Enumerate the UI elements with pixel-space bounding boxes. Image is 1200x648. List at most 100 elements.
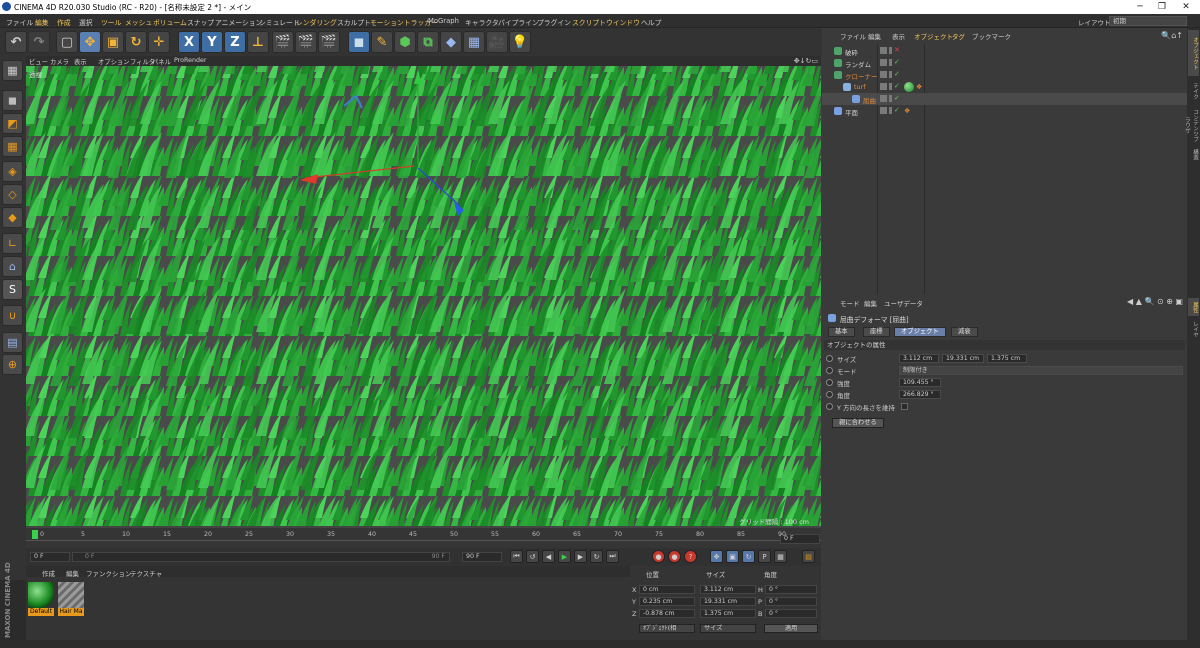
side-tab-lower-0[interactable]: 属性 [1188,298,1199,316]
animate-radio[interactable] [826,379,833,386]
viewport-menu-6[interactable]: ProRender [174,57,206,64]
material-menu-3[interactable]: テクスチャ [130,568,162,578]
animate-radio[interactable] [826,403,833,410]
next-frame-icon[interactable]: ▶ [574,550,587,563]
hair-tag-icon[interactable]: ❖ [916,83,922,91]
material-menu-1[interactable]: 編集 [66,568,79,578]
record-icon[interactable]: ● [652,550,665,563]
render-visibility-icon[interactable] [889,71,892,78]
viewport-menu-2[interactable]: 表示 [74,57,87,66]
enabled-check-icon[interactable]: ✓ [894,94,900,102]
live-selection-icon[interactable]: ✛ [148,31,170,53]
strength-field[interactable]: 109.455 ° [899,378,941,387]
visibility-icon[interactable] [880,71,887,78]
move-tool-icon[interactable]: ✥ [79,31,101,53]
pen-icon[interactable]: ✎ [371,31,393,53]
menu-10[interactable]: レンダリング [296,17,337,27]
render-settings-icon[interactable]: 🎬 [318,31,340,53]
visibility-icon[interactable] [880,95,887,102]
light-icon[interactable]: 💡 [509,31,531,53]
layout-select[interactable]: 初期 [1109,16,1187,26]
object-manager-toolbar-icons[interactable]: 🔍⌂↑ [1161,31,1183,40]
object-row[interactable]: turf ✓ ❖ [822,81,1187,93]
bend-size-x-field[interactable]: 3.112 cm [899,354,939,363]
mode-select[interactable]: 制限付き [899,366,1183,375]
rotation-p-field[interactable]: 0 ° [765,597,817,606]
snap-icon[interactable]: S [2,279,23,300]
animate-radio[interactable] [826,367,833,374]
deformer-icon[interactable]: ◆ [440,31,462,53]
z-axis-lock-icon[interactable]: Z [224,31,246,53]
viewport-menu-1[interactable]: カメラ [50,57,69,66]
tag-icon[interactable]: ❖ [904,107,910,115]
object-name[interactable]: 平面 [845,107,858,117]
viewport-menu-0[interactable]: ビュー [29,57,48,66]
render-visibility-icon[interactable] [889,59,892,66]
make-editable-icon[interactable]: ▦ [2,60,23,81]
go-to-start-icon[interactable]: ⏮ [510,550,523,563]
material-menu-0[interactable]: 作成 [42,568,55,578]
render-view-icon[interactable]: 🎬 [272,31,294,53]
menu-19[interactable]: ヘルプ [641,17,661,27]
model-mode-icon[interactable]: ◼ [2,90,23,111]
menu-4[interactable]: ツール [101,17,121,27]
side-tab-lower-1[interactable]: レイヤ [1188,320,1199,338]
enabled-check-icon[interactable]: ✓ [894,82,900,90]
render-visibility-icon[interactable] [889,47,892,54]
menu-13[interactable]: MoGraph [428,17,459,25]
workplane-icon[interactable]: ▤ [2,332,23,353]
render-picture-viewer-icon[interactable]: 🎬 [295,31,317,53]
subdivision-surface-icon[interactable]: ⬢ [394,31,416,53]
object-row[interactable]: 平面 ✓ ❖ [822,105,1187,117]
timeline-window-icon[interactable]: ▤ [802,550,815,563]
side-tab-2[interactable]: コンテンツブラウザ [1184,106,1199,144]
redo-icon[interactable]: ↷ [28,31,50,53]
menu-16[interactable]: プラグイン [537,17,571,27]
menu-8[interactable]: アニメーション [215,17,262,27]
rotation-b-field[interactable]: 0 ° [765,609,817,618]
undo-icon[interactable]: ↶ [5,31,27,53]
menu-0[interactable]: ファイル [6,17,33,27]
side-tab-3[interactable]: 構造 [1188,146,1199,162]
timeline-ruler[interactable]: 0 F 0 5 10 15 20 25 30 35 40 45 50 55 60 65 70 75 80 85 90 [26,528,821,548]
object-row[interactable]: 屈曲 ✓ [822,93,1187,105]
visibility-icon[interactable] [880,47,887,54]
polygon-mode-icon[interactable]: ◆ [2,207,23,228]
rotation-h-field[interactable]: 0 ° [765,585,817,594]
menu-3[interactable]: 選択 [79,17,93,27]
material-tag-icon[interactable] [904,82,914,92]
play-icon[interactable]: ▶ [558,550,571,563]
frame-range-slider[interactable]: 0 F 90 F [72,552,450,562]
magnet-icon[interactable]: ∪ [2,305,23,326]
bend-size-y-field[interactable]: 19.331 cm [942,354,984,363]
angle-field[interactable]: 266.829 ° [899,390,941,399]
position-x-field[interactable]: 0 cm [639,585,695,594]
workplane-mode-icon[interactable]: ▦ [2,136,23,157]
attribute-toolbar-icons[interactable]: ◀ ▲ 🔍 ⊙ ⊕ ▣ [1127,297,1183,306]
position-y-field[interactable]: 0.235 cm [639,597,695,606]
previous-key-icon[interactable]: ↺ [526,550,539,563]
key-rotation-icon[interactable]: ↻ [742,550,755,563]
menu-7[interactable]: スナップ [187,17,214,27]
texture-mode-icon[interactable]: ◩ [2,113,23,134]
menu-11[interactable]: スカルプト [337,17,371,27]
object-name[interactable]: 破砕 [845,47,858,57]
edge-mode-icon[interactable]: ◇ [2,184,23,205]
autokey-icon[interactable]: ● [668,550,681,563]
array-icon[interactable]: ⧉ [417,31,439,53]
menu-18[interactable]: ウインドウ [606,17,640,27]
keep-y-checkbox[interactable] [901,403,908,410]
render-visibility-icon[interactable] [889,83,892,90]
animate-radio[interactable] [826,391,833,398]
close-button[interactable]: ✕ [1176,1,1196,13]
side-tab-0[interactable]: オブジェクト [1188,30,1199,76]
material-menu-2[interactable]: ファンクション [86,568,132,578]
menu-2[interactable]: 作成 [57,17,71,27]
key-scale-icon[interactable]: ▣ [726,550,739,563]
object-name[interactable]: turf [854,83,866,91]
menu-6[interactable]: ボリューム [153,17,187,27]
attribute-tab-1[interactable]: 座標 [863,327,890,337]
camera-icon[interactable]: 🎥 [486,31,508,53]
object-menu-2[interactable]: 表示 [892,31,905,41]
start-frame-field[interactable]: 0 F [30,552,70,562]
